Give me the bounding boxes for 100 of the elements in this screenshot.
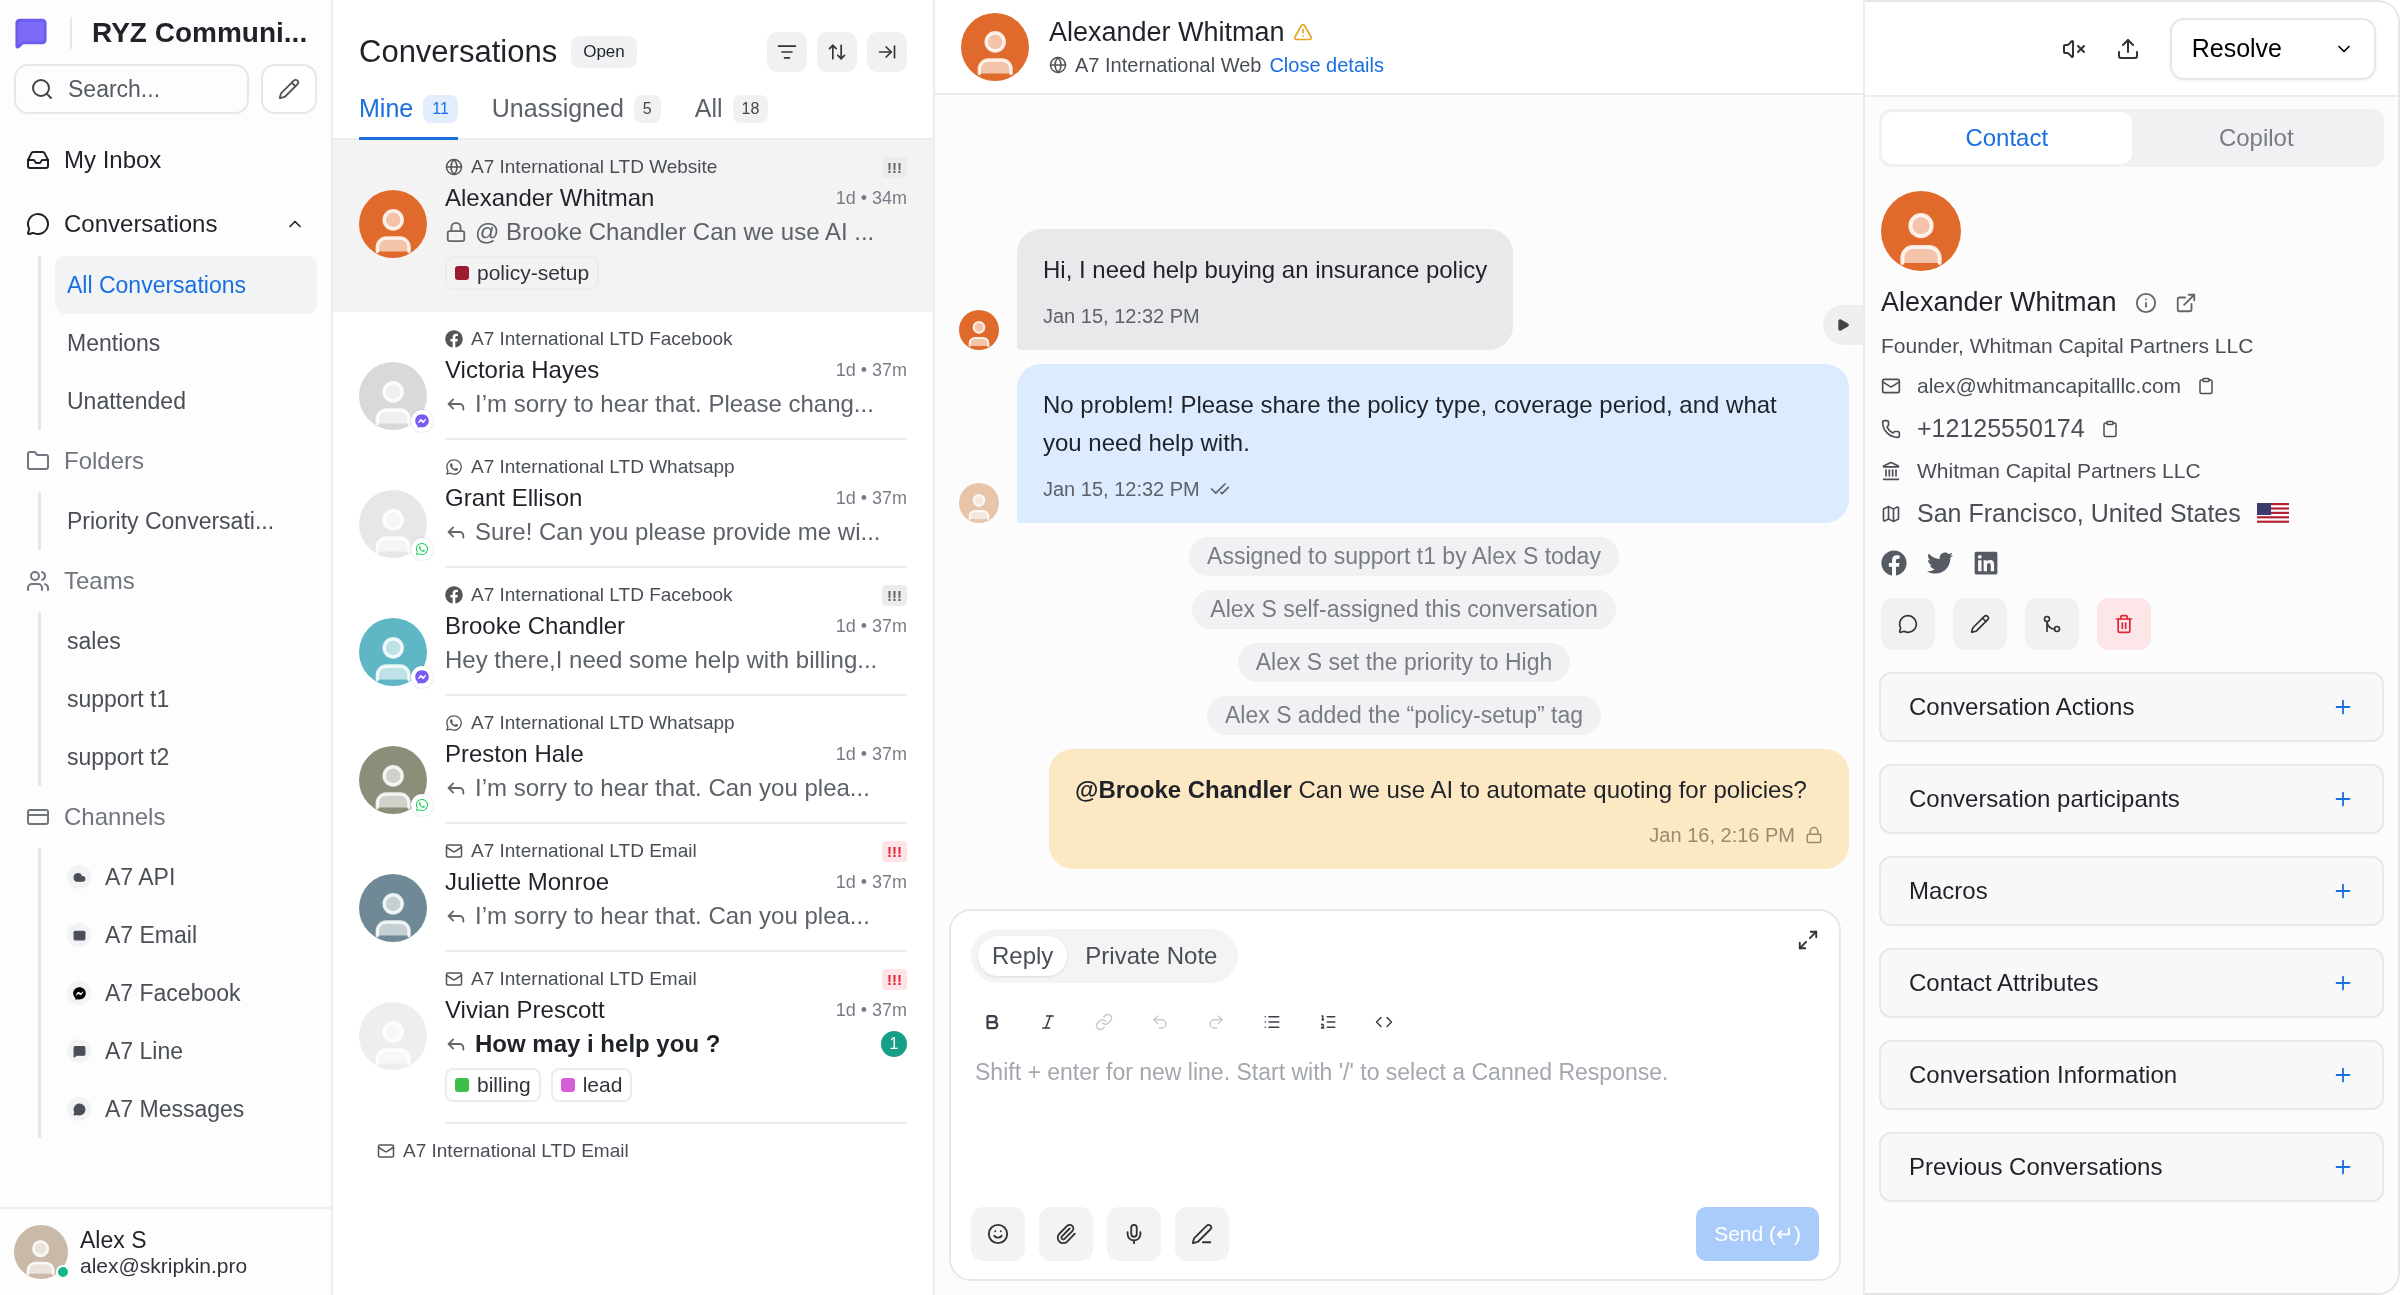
accordion-section[interactable]: Macros	[1879, 856, 2384, 926]
count-badge: 18	[732, 94, 769, 123]
collapse-button[interactable]	[867, 32, 907, 72]
priority-badge: !!!	[882, 156, 907, 178]
nav-item[interactable]: A7 API	[55, 848, 317, 906]
accordion-section[interactable]: Previous Conversations	[1879, 1132, 2384, 1202]
microphone-button[interactable]	[1107, 1207, 1161, 1261]
nav-item[interactable]: Priority Conversati...	[55, 492, 317, 550]
facebook-icon[interactable]	[1881, 550, 1907, 576]
resolve-button[interactable]: Resolve	[2169, 17, 2376, 80]
composer-mode-tab[interactable]: Private Note	[1071, 936, 1232, 976]
nav-item[interactable]: All Conversations	[55, 256, 317, 314]
message-preview: I’m sorry to hear that. Can you plea...	[475, 902, 871, 930]
inbox-name: A7 International LTD Whatsapp	[471, 712, 736, 734]
accordion-section[interactable]: Conversation Actions	[1879, 672, 2384, 742]
inbox-name: A7 International LTD Website	[471, 156, 719, 178]
speech-bubble-icon	[72, 1044, 86, 1058]
emoji-button[interactable]	[971, 1207, 1025, 1261]
nav-item[interactable]: support t2	[55, 728, 317, 786]
bullets-icon	[1263, 1013, 1281, 1031]
nav-item[interactable]: sales	[55, 612, 317, 670]
whatsapp-icon	[445, 458, 463, 476]
activity-note: Alex S self-assigned this conversation	[1192, 589, 1616, 629]
delete-button[interactable]	[2097, 598, 2151, 650]
close-details-link[interactable]: Close details	[1269, 53, 1384, 77]
search-field[interactable]: Search...	[14, 64, 249, 114]
pencil-icon	[278, 78, 300, 100]
bullets-button[interactable]	[1263, 1013, 1281, 1031]
priority-badge: !!!	[882, 840, 907, 862]
accordion-section[interactable]: Conversation participants	[1879, 764, 2384, 834]
clipboard-icon[interactable]	[2197, 377, 2216, 395]
workspace-name: RYZ Communi...	[70, 17, 308, 49]
search-input[interactable]: Search...	[66, 74, 216, 104]
search-icon	[30, 77, 54, 101]
compose-button[interactable]	[261, 64, 317, 114]
messenger-icon	[72, 986, 86, 1000]
timestamp: 1d • 37m	[835, 999, 907, 1021]
filter-button[interactable]	[767, 32, 807, 72]
phone-icon	[1881, 418, 1901, 439]
tab[interactable]: Unassigned 5	[491, 84, 661, 140]
tab[interactable]: Copilot	[2131, 112, 2381, 164]
pen-line-icon	[1191, 1223, 1213, 1245]
globe-icon	[445, 158, 463, 176]
nav-section-toggle[interactable]: Conversations	[14, 192, 317, 256]
building-icon	[1881, 461, 1901, 481]
label-tag: lead	[550, 1068, 633, 1102]
contact-name: Brooke Chandler	[445, 612, 627, 640]
twitter-icon[interactable]	[1927, 550, 1953, 576]
nav-heading: Folders	[64, 447, 145, 475]
accordion-section[interactable]: Conversation Information	[1879, 1040, 2384, 1110]
message-text: No problem! Please share the policy type, coverage period, and what you need help with.	[1043, 389, 1778, 459]
message-button[interactable]	[1881, 598, 1935, 650]
facebook-icon	[445, 330, 463, 348]
signature-button[interactable]	[1175, 1207, 1229, 1261]
attach-button[interactable]	[1039, 1207, 1093, 1261]
inbox-name: A7 International LTD Whatsapp	[471, 456, 736, 478]
nav-item[interactable]: support t1	[55, 670, 317, 728]
logo-icon	[14, 16, 48, 50]
nav-item[interactable]: Unattended	[55, 372, 317, 430]
nav-item[interactable]: A7 Facebook	[55, 964, 317, 1022]
nav-item[interactable]: My Inbox	[14, 128, 317, 192]
count-badge: 5	[633, 94, 661, 123]
tab[interactable]: All 18	[694, 84, 769, 140]
composer-mode-tab[interactable]: Reply	[978, 936, 1068, 976]
flag-icon	[2256, 502, 2289, 525]
nav-item[interactable]: Mentions	[55, 314, 317, 372]
people-icon	[26, 569, 50, 593]
numbers-button[interactable]	[1319, 1013, 1337, 1031]
italic-button[interactable]	[1039, 1013, 1057, 1031]
expand-panel-button[interactable]	[1823, 305, 1863, 345]
inbox-name: A7 International LTD Facebook	[471, 584, 734, 606]
merge-button[interactable]	[2025, 598, 2079, 650]
tab[interactable]: Contact	[1882, 112, 2132, 164]
nav-item[interactable]: A7 Messages	[55, 1080, 317, 1138]
message-time: Jan 15, 12:32 PM	[1043, 303, 1200, 329]
folder-icon	[26, 449, 50, 473]
edit-button[interactable]	[1953, 598, 2007, 650]
activity-note: Assigned to support t1 by Alex S today	[1189, 536, 1619, 576]
clipboard-icon[interactable]	[2100, 419, 2119, 438]
label-tag: policy-setup	[445, 256, 600, 290]
sort-button[interactable]	[817, 32, 857, 72]
external-link-icon[interactable]	[2174, 291, 2197, 314]
linkedin-icon[interactable]	[1973, 550, 1999, 576]
user-email: alex@skripkin.pro	[80, 1253, 248, 1278]
message-preview: @ Brooke Chandler Can we use AI ...	[475, 218, 876, 246]
info-icon[interactable]	[2134, 291, 2157, 314]
message-preview: Sure! Can you please provide me wi...	[475, 518, 882, 546]
nav-item[interactable]: A7 Email	[55, 906, 317, 964]
envelope-icon	[377, 1142, 395, 1160]
share-button[interactable]	[2115, 36, 2140, 61]
conversation-item[interactable]: A7 International LTD Website !!! Alexander Whitman 1d • 34m @ Brooke Chandler Can we use AI ... policy-setup	[333, 140, 933, 312]
expand-button[interactable]	[1797, 929, 1819, 951]
contact-field: San Francisco, United States	[1917, 499, 2241, 528]
contact-title: Founder, Whitman Capital Partners LLC	[1881, 334, 2255, 358]
timestamp: 1d • 34m	[835, 187, 907, 209]
redo-icon	[1207, 1013, 1225, 1031]
status-filter[interactable]: Open	[571, 36, 637, 68]
nav-item[interactable]: A7 Line	[55, 1022, 317, 1080]
bold-button[interactable]	[983, 1013, 1001, 1031]
accordion-section[interactable]: Contact Attributes	[1879, 948, 2384, 1018]
